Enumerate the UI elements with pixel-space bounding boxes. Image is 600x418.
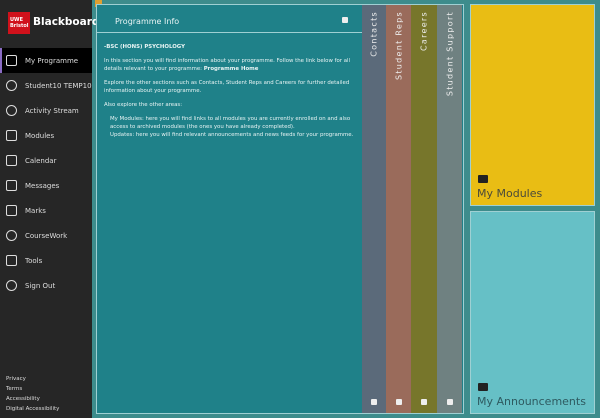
nav-coursework[interactable]: CourseWork [0, 223, 92, 248]
sidebar: UWE Bristol Blackboard My Programme Stude… [0, 0, 99, 418]
envelope-icon [6, 180, 17, 191]
contact-card-icon [371, 399, 377, 405]
nav-label: Sign Out [25, 281, 56, 290]
user-icon [6, 80, 17, 91]
nav-label: Marks [25, 206, 46, 215]
updates-desc: Updates: here you will find relevant ann… [110, 132, 354, 138]
uwe-logo: UWE Bristol [8, 12, 30, 34]
programme-panel: Programme Info -BSC (HONS) PSYCHOLOGY In… [96, 4, 464, 414]
panel-body: -BSC (HONS) PSYCHOLOGY In this section y… [97, 33, 362, 149]
nav-label: Tools [25, 256, 43, 265]
privacy-link[interactable]: Privacy [6, 374, 59, 384]
plane-icon [421, 399, 427, 405]
programme-home-link[interactable]: Programme Home [204, 66, 259, 72]
modules-icon [478, 175, 488, 183]
book-icon [6, 130, 17, 141]
tab-label: Contacts [369, 11, 379, 57]
nav-label: Modules [25, 131, 55, 140]
nav-label: Calendar [25, 156, 57, 165]
nav-label: Activity Stream [25, 106, 79, 115]
tile-label: My Announcements [477, 395, 586, 408]
nav-calendar[interactable]: Calendar [0, 148, 92, 173]
my-announcements-tile[interactable]: My Announcements [470, 211, 595, 414]
nav-menu: My Programme Student10 TEMP10 Activity S… [0, 48, 92, 298]
brand-name: Blackboard [33, 16, 100, 28]
nav-label: CourseWork [25, 231, 68, 240]
tab-label: Careers [419, 11, 429, 52]
nav-profile[interactable]: Student10 TEMP10 [0, 73, 92, 98]
tab-label: Student Reps [394, 11, 403, 81]
accessibility-link[interactable]: Accessibility [6, 394, 59, 404]
calendar-icon [6, 155, 17, 166]
modules-desc: My Modules: here you will find links to … [110, 116, 351, 130]
my-modules-tile[interactable]: My Modules [470, 4, 595, 206]
sign-out-icon [6, 280, 17, 291]
nav-tools[interactable]: Tools [0, 248, 92, 273]
coffee-icon [478, 383, 488, 391]
areas-text: Also explore the other areas: [104, 102, 183, 108]
explore-text: Explore the other sections such as Conta… [104, 80, 350, 94]
tab-student-support[interactable]: Student Support [437, 5, 462, 413]
marks-icon [6, 205, 17, 216]
megaphone-icon [395, 399, 402, 405]
nav-activity-stream[interactable]: Activity Stream [0, 98, 92, 123]
programme-info: Programme Info -BSC (HONS) PSYCHOLOGY In… [97, 5, 362, 413]
nav-messages[interactable]: Messages [0, 173, 92, 198]
nav-label: My Programme [25, 56, 79, 65]
tab-student-reps[interactable]: Student Reps [386, 5, 411, 413]
tab-label: Student Support [445, 11, 454, 97]
nav-label: Student10 TEMP10 [25, 81, 92, 90]
nav-sign-out[interactable]: Sign Out [0, 273, 92, 298]
programme-heading: -BSC (HONS) PSYCHOLOGY [104, 44, 185, 50]
nav-marks[interactable]: Marks [0, 198, 92, 223]
globe-icon [6, 105, 17, 116]
tab-careers[interactable]: Careers [411, 5, 437, 413]
tile-label: My Modules [477, 187, 543, 200]
digital-accessibility-link[interactable]: Digital Accessibility [6, 404, 59, 414]
nav-label: Messages [25, 181, 60, 190]
edit-icon [6, 255, 17, 266]
footer-links: Privacy Terms Accessibility Digital Acce… [6, 374, 59, 414]
info-icon[interactable] [342, 17, 348, 23]
chat-icon [446, 399, 453, 405]
nav-my-programme[interactable]: My Programme [0, 48, 92, 73]
layout-icon [6, 55, 17, 66]
panel-header: Programme Info [97, 5, 362, 33]
watch-icon [6, 230, 17, 241]
nav-modules[interactable]: Modules [0, 123, 92, 148]
terms-link[interactable]: Terms [6, 384, 59, 394]
panel-title: Programme Info [115, 17, 180, 26]
intro-text: In this section you will find informatio… [104, 57, 355, 73]
tab-contacts[interactable]: Contacts [362, 5, 386, 413]
